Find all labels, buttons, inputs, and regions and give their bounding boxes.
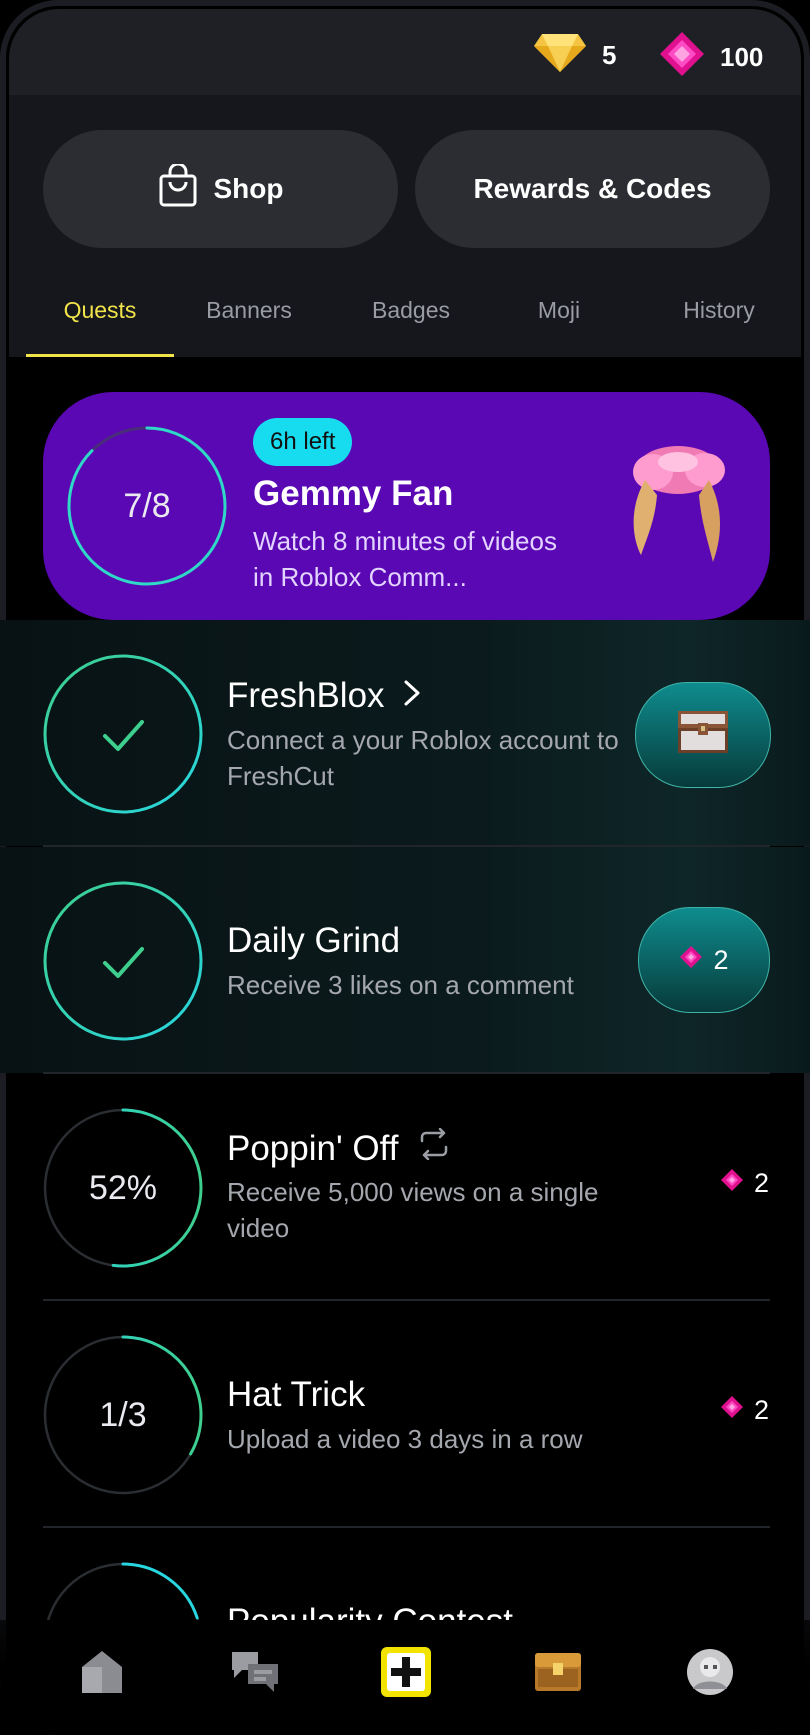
tab-moji[interactable]: Moji bbox=[504, 297, 614, 324]
checkmark-icon bbox=[103, 947, 144, 978]
gold-balance[interactable]: 5 bbox=[532, 30, 616, 81]
quest-row-poppin-off[interactable]: 52% Poppin' Off Receive 5,000 views on a… bbox=[0, 1074, 810, 1300]
tab-badges[interactable]: Badges bbox=[346, 297, 476, 324]
pink-gem-icon bbox=[720, 1395, 744, 1426]
tab-quests[interactable]: Quests bbox=[26, 297, 174, 324]
rewards-chest-icon[interactable] bbox=[528, 1642, 588, 1702]
shopping-bag-icon bbox=[158, 162, 198, 215]
quest-title-text: Hat Trick bbox=[227, 1375, 366, 1414]
quest-title: Daily Grind bbox=[227, 921, 400, 961]
quest-description: Receive 3 likes on a comment bbox=[227, 970, 574, 1000]
create-icon[interactable] bbox=[376, 1642, 436, 1702]
chat-icon[interactable] bbox=[225, 1642, 285, 1702]
home-icon[interactable] bbox=[72, 1642, 132, 1702]
active-tab-indicator bbox=[26, 354, 174, 357]
rewards-codes-button[interactable]: Rewards & Codes bbox=[415, 130, 770, 248]
quest-title-text: FreshBlox bbox=[227, 676, 385, 715]
tab-banners[interactable]: Banners bbox=[184, 297, 314, 324]
gem-balance[interactable]: 100 bbox=[658, 30, 763, 85]
repeat-icon bbox=[416, 1127, 452, 1169]
shop-label: Shop bbox=[213, 173, 284, 204]
featured-quest-title: Gemmy Fan bbox=[253, 474, 454, 513]
pink-pigtails-hair-icon bbox=[623, 440, 733, 575]
profile-avatar-icon[interactable] bbox=[680, 1642, 740, 1702]
quest-description: Upload a video 3 days in a row bbox=[227, 1424, 583, 1454]
quest-row-popularity-contest[interactable]: Popularity Contest bbox=[0, 1528, 810, 1620]
completed-ring bbox=[43, 881, 203, 1041]
progress-ring bbox=[43, 1562, 203, 1620]
tab-history[interactable]: History bbox=[654, 297, 784, 324]
header: Shop Rewards & Codes Quests Banners Badg… bbox=[9, 95, 801, 357]
featured-progress-text: 7/8 bbox=[123, 486, 171, 525]
gold-balance-value: 5 bbox=[602, 40, 617, 70]
quest-row-daily-grind[interactable]: Daily Grind Receive 3 likes on a comment… bbox=[0, 847, 810, 1073]
reward-gems: 2 bbox=[720, 1395, 769, 1426]
reward-amount: 2 bbox=[753, 1168, 769, 1198]
progress-text: 1/3 bbox=[99, 1395, 147, 1434]
bottom-nav bbox=[0, 1620, 810, 1735]
checkmark-icon bbox=[103, 720, 144, 751]
time-left-badge: 6h left bbox=[253, 418, 353, 466]
rewards-label: Rewards & Codes bbox=[473, 173, 712, 204]
tab-bar: Quests Banners Badges Moji History bbox=[9, 285, 801, 357]
claim-reward-button[interactable] bbox=[635, 682, 771, 788]
quest-title-text: Popularity Contest bbox=[227, 1602, 513, 1620]
treasure-chest-icon bbox=[676, 709, 730, 762]
featured-quest-description: Watch 8 minutes of videos in Roblox Comm… bbox=[253, 526, 557, 592]
completed-ring bbox=[43, 654, 203, 814]
claim-reward-button[interactable]: 2 bbox=[638, 907, 770, 1013]
shop-button[interactable]: Shop bbox=[43, 130, 398, 248]
progress-text: 52% bbox=[88, 1168, 158, 1207]
quest-title: Hat Trick bbox=[227, 1375, 365, 1415]
quest-row-freshblox[interactable]: FreshBlox Connect a your Roblox account … bbox=[0, 620, 810, 846]
quest-description: Connect a your Roblox account to FreshCu… bbox=[227, 725, 619, 791]
quest-row-hat-trick[interactable]: 1/3 Hat Trick Upload a video 3 days in a… bbox=[0, 1301, 810, 1527]
quest-title: Popularity Contest bbox=[227, 1602, 513, 1620]
quest-description: Receive 5,000 views on a single video bbox=[227, 1177, 599, 1243]
pink-gem-icon bbox=[720, 1168, 744, 1199]
reward-amount: 2 bbox=[753, 1395, 769, 1425]
gem-balance-value: 100 bbox=[720, 42, 764, 72]
gold-diamond-icon bbox=[532, 30, 588, 81]
reward-gems: 2 bbox=[720, 1168, 769, 1199]
quest-title: FreshBlox bbox=[227, 676, 421, 716]
app-screen: 5 100 Shop Rewards & Codes Quests Banner… bbox=[0, 0, 810, 1735]
quest-title-text: Daily Grind bbox=[227, 921, 401, 960]
chevron-right-icon[interactable] bbox=[403, 676, 421, 716]
quest-title-text: Poppin' Off bbox=[227, 1128, 399, 1168]
quest-title: Poppin' Off bbox=[227, 1127, 452, 1169]
featured-quest-card[interactable]: 7/8 6h left Gemmy Fan Watch 8 minutes of… bbox=[43, 392, 770, 620]
reward-amount: 2 bbox=[713, 944, 729, 975]
pink-gem-icon bbox=[679, 945, 703, 976]
pink-gem-icon bbox=[658, 30, 706, 85]
